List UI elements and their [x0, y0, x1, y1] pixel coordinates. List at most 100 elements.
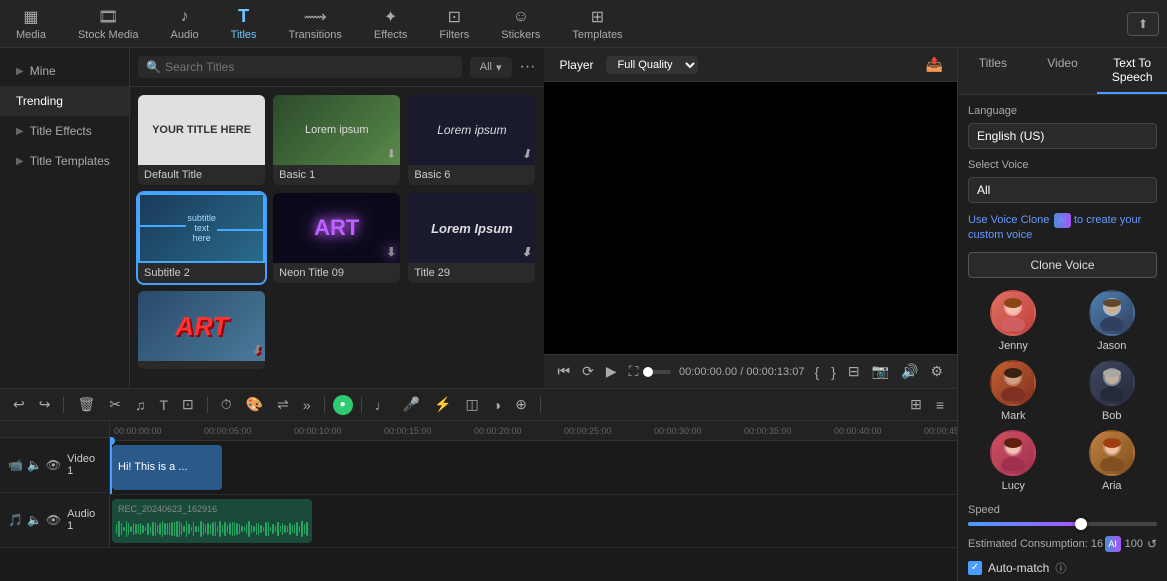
export-button[interactable]: 📤	[924, 54, 945, 75]
voice-select[interactable]: All	[968, 177, 1157, 203]
filter-button[interactable]: All ▾	[470, 57, 512, 78]
progress-bar[interactable]	[648, 370, 671, 374]
music-button[interactable]: ♩	[370, 394, 394, 416]
avatar-jenny[interactable]: Jenny	[968, 290, 1059, 352]
eye-icon[interactable]: 👁	[46, 458, 61, 472]
play-back-button[interactable]: ⟳	[580, 361, 596, 382]
chevron-down-icon: ▾	[496, 61, 502, 74]
ruler-mark: 00:00:40:00	[834, 426, 924, 436]
record-icon: ●	[340, 399, 346, 410]
play-button[interactable]: ▶	[604, 361, 619, 382]
title-card-art-red[interactable]: ART ⬇	[138, 291, 265, 369]
mute-video-icon[interactable]: 🔈	[27, 458, 42, 472]
mic-button[interactable]: 🎤	[398, 393, 425, 416]
fullscreen-button[interactable]: ⛶	[627, 361, 641, 382]
more-options-button[interactable]: ···	[520, 58, 536, 76]
avatar-lucy[interactable]: Lucy	[968, 430, 1059, 492]
redo-button[interactable]: ↪	[34, 393, 56, 416]
player-tab[interactable]: Player	[556, 56, 598, 74]
effect-button[interactable]: ⚡	[429, 393, 456, 416]
skip-back-button[interactable]: ⏮	[556, 361, 573, 382]
tab-tts[interactable]: Text To Speech	[1097, 48, 1167, 94]
mark-out-button[interactable]: }	[829, 362, 838, 382]
title-card-basic1[interactable]: Lorem ipsum ⬇ Basic 1	[273, 95, 400, 185]
transition-btn[interactable]: ◫	[461, 393, 484, 416]
quality-select[interactable]: Full Quality	[606, 56, 698, 74]
title-card-title29[interactable]: Lorem Ipsum ⬇ Title 29	[408, 193, 535, 283]
toolbar-filters[interactable]: ⊡ Filters	[431, 3, 477, 45]
refresh-button[interactable]: ↺	[1147, 537, 1157, 551]
video-clip[interactable]: Hi! This is a ...	[112, 445, 222, 490]
title-card-basic6[interactable]: Lorem ipsum ⬇ Basic 6	[408, 95, 535, 185]
text-button[interactable]: T	[154, 394, 173, 416]
video-icon[interactable]: 📹	[8, 458, 23, 472]
info-icon[interactable]: ⓘ	[1055, 560, 1066, 576]
record-button[interactable]: ●	[333, 395, 353, 415]
toolbar-stock-media[interactable]: 🎞 Stock Media	[70, 3, 147, 45]
audio-clip[interactable]: REC_20240623_162916 // Waveform bars wil…	[112, 499, 312, 544]
avatar-mark[interactable]: Mark	[968, 360, 1059, 422]
title-card-subtitle2[interactable]: subtitle text here Subtitle 2	[138, 193, 265, 283]
speed-button[interactable]: ⏱	[216, 393, 237, 416]
crop-button[interactable]: ⊡	[177, 393, 199, 416]
filter-btn2[interactable]: ◑	[488, 394, 506, 416]
timeline-section: ↩ ↪ 🗑 ✂ ♫ T ⊡ ⏱ 🎨 ⇌ » ● ♩ 🎤 ⚡	[0, 388, 957, 548]
avatar-bob[interactable]: Bob	[1067, 360, 1158, 422]
toolbar-transitions[interactable]: ⟿ Transitions	[281, 3, 350, 45]
avatar-jason[interactable]: Jason	[1067, 290, 1158, 352]
toolbar-templates[interactable]: ⊞ Templates	[564, 3, 630, 45]
auto-match-checkbox[interactable]: ✓	[968, 561, 982, 575]
audio-button[interactable]: 🔊	[899, 361, 920, 382]
tab-titles[interactable]: Titles	[958, 48, 1028, 94]
ruler-mark: 00:00:25:00	[564, 426, 654, 436]
speed-slider[interactable]	[968, 522, 1157, 526]
toolbar-titles[interactable]: T Titles	[223, 3, 265, 45]
sidebar-item-mine[interactable]: ▶ Mine	[0, 56, 129, 86]
export-icon[interactable]: ⬆	[1127, 12, 1159, 36]
delete-button[interactable]: 🗑	[72, 393, 100, 416]
cut-button[interactable]: ✂	[104, 393, 126, 416]
ruler-mark: 00:00:30:00	[654, 426, 744, 436]
filters-icon: ⊡	[444, 7, 464, 27]
mute-audio-icon[interactable]: 🔈	[27, 513, 42, 527]
ai-icon: AI	[1105, 536, 1121, 552]
title-card-neon09[interactable]: ART ⬇ Neon Title 09	[273, 193, 400, 283]
more-button[interactable]: »	[298, 394, 316, 416]
search-input[interactable]	[165, 60, 454, 74]
track-name-audio1: Audio 1	[67, 508, 101, 532]
track-icons-audio: 🎵 🔈 👁	[8, 513, 61, 527]
sidebar-item-title-effects[interactable]: ▶ Title Effects	[0, 116, 129, 146]
title-card-label: Default Title	[138, 165, 265, 185]
titles-icon: T	[234, 7, 254, 27]
toolbar-media[interactable]: ▦ Media	[8, 3, 54, 45]
audio-track-icon[interactable]: 🎵	[8, 513, 23, 527]
grid-view-button[interactable]: ⊞	[905, 393, 927, 416]
eye-audio-icon[interactable]: 👁	[46, 513, 61, 527]
sidebar-item-title-templates[interactable]: ▶ Title Templates	[0, 146, 129, 176]
mirror-button[interactable]: ⇌	[272, 393, 294, 416]
main-layout: ▶ Mine Trending ▶ Title Effects ▶ Title …	[0, 48, 1167, 581]
effects-icon: ✦	[381, 7, 401, 27]
sidebar-item-trending[interactable]: Trending	[0, 86, 129, 116]
tab-video[interactable]: Video	[1028, 48, 1098, 94]
mark-in-button[interactable]: {	[812, 362, 821, 382]
title-card-default[interactable]: YOUR TITLE HERE Default Title	[138, 95, 265, 185]
clip-button[interactable]: ⊟	[846, 361, 862, 382]
settings-button[interactable]: ⚙	[928, 361, 945, 382]
undo-button[interactable]: ↩	[8, 393, 30, 416]
voice-clone-link[interactable]: Voice Clone	[991, 214, 1050, 226]
titles-panel: 🔍 All ▾ ··· YOUR TITLE HERE	[130, 48, 544, 388]
avatar-aria[interactable]: Aria	[1067, 430, 1158, 492]
language-select[interactable]: English (US)	[968, 123, 1157, 149]
color-button[interactable]: 🎨	[241, 393, 268, 416]
clone-voice-button[interactable]: Clone Voice	[968, 252, 1157, 278]
adjust-btn[interactable]: ⊕	[510, 393, 532, 416]
audio-extract-button[interactable]: ♫	[130, 394, 151, 416]
toolbar-stickers[interactable]: ☺ Stickers	[493, 3, 548, 45]
list-view-button[interactable]: ≡	[931, 393, 949, 416]
search-wrap[interactable]: 🔍	[138, 56, 462, 78]
toolbar-audio[interactable]: ♪ Audio	[163, 3, 207, 45]
track-icons: 📹 🔈 👁	[8, 458, 61, 472]
screenshot-button[interactable]: 📷	[870, 361, 891, 382]
toolbar-effects[interactable]: ✦ Effects	[366, 3, 415, 45]
